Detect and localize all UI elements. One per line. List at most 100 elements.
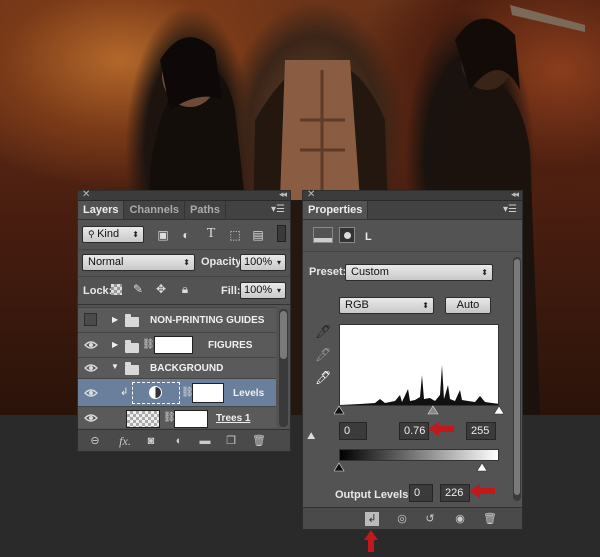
close-icon[interactable]: ✕ bbox=[82, 189, 90, 200]
layers-scrollbar[interactable] bbox=[279, 309, 288, 427]
lock-position-icon[interactable]: ✥ bbox=[154, 282, 168, 296]
input-white-field[interactable]: 255 bbox=[466, 422, 496, 440]
layers-footer: ⊖ fx. ◙ ◐ ▬ ❐ 🗑︎ bbox=[78, 429, 290, 451]
fx-icon[interactable]: fx. bbox=[116, 434, 134, 448]
link-icon[interactable]: ⊖ bbox=[88, 434, 102, 448]
layers-panel-titlebar[interactable]: ✕ ◂◂ bbox=[78, 189, 290, 201]
preset-dropdown[interactable]: Custom ⬍ bbox=[345, 264, 493, 281]
expand-triangle-icon[interactable]: ▶ bbox=[112, 315, 118, 324]
layer-name[interactable]: FIGURES bbox=[208, 340, 252, 351]
layer-row-trees-1[interactable]: ⛓ Trees 1 bbox=[78, 406, 276, 428]
white-point-slider[interactable] bbox=[493, 405, 504, 415]
reset-icon[interactable]: ↺ bbox=[423, 512, 437, 526]
fill-label: Fill: bbox=[221, 285, 241, 297]
auto-button[interactable]: Auto bbox=[445, 297, 491, 314]
close-icon[interactable]: ✕ bbox=[307, 189, 315, 200]
eye-icon[interactable] bbox=[84, 362, 98, 374]
output-sliders[interactable] bbox=[334, 462, 504, 472]
gamma-slider[interactable] bbox=[427, 405, 439, 415]
divider bbox=[303, 251, 522, 252]
layer-row-non-printing-guides[interactable]: ▶ NON-PRINTING GUIDES bbox=[78, 307, 276, 332]
view-previous-icon[interactable]: ◎ bbox=[395, 512, 409, 526]
properties-panel-titlebar[interactable]: ✕ ◂◂ bbox=[303, 189, 522, 201]
clip-icon[interactable]: ↲ bbox=[365, 512, 379, 526]
input-black-field[interactable]: 0 bbox=[339, 422, 367, 440]
layer-row-figures[interactable]: ▶ ⛓ FIGURES bbox=[78, 332, 276, 357]
pixel-filter-icon[interactable]: ▣ bbox=[156, 228, 170, 242]
layer-filter-dropdown[interactable]: ⚲ Kind ⬍ bbox=[82, 226, 144, 243]
type-filter-icon[interactable]: T bbox=[204, 227, 218, 241]
scrollbar-thumb[interactable] bbox=[280, 311, 287, 359]
panel-menu-icon[interactable]: ▾☰ bbox=[503, 204, 517, 215]
lock-all-icon[interactable]: 🔒︎ bbox=[178, 282, 192, 296]
collapse-triangle-icon[interactable]: ▼ bbox=[111, 362, 119, 371]
properties-panel: ✕ ◂◂ Properties ▾☰ L Preset: Custom ⬍ RGB… bbox=[302, 189, 523, 530]
levels-icon bbox=[149, 386, 162, 399]
layer-type-label: L bbox=[365, 231, 372, 243]
eye-icon[interactable] bbox=[84, 412, 98, 424]
layer-row-levels[interactable]: ↲ ⛓ Levels bbox=[78, 378, 276, 406]
expand-triangle-icon[interactable]: ▶ bbox=[112, 340, 118, 349]
output-white-slider[interactable] bbox=[476, 462, 488, 472]
layer-row-background[interactable]: ▼ BACKGROUND bbox=[78, 357, 276, 378]
mask-thumbnail[interactable] bbox=[174, 410, 208, 428]
opacity-label: Opacity: bbox=[201, 256, 246, 268]
visibility-icon[interactable]: ◉ bbox=[453, 512, 467, 526]
output-black-field[interactable]: 0 bbox=[409, 484, 433, 502]
chevron-updown-icon: ⬍ bbox=[132, 230, 139, 239]
output-black-slider[interactable] bbox=[334, 462, 345, 472]
mask-icon[interactable]: ◙ bbox=[144, 434, 158, 448]
new-layer-icon[interactable]: ❐ bbox=[224, 434, 238, 448]
lock-transparent-icon[interactable] bbox=[111, 284, 122, 295]
tab-layers[interactable]: Layers bbox=[78, 201, 125, 219]
scrollbar-thumb[interactable] bbox=[514, 259, 520, 495]
opacity-field[interactable]: 100% ▾ bbox=[240, 254, 286, 271]
filter-toggle[interactable] bbox=[277, 225, 286, 242]
histogram bbox=[339, 324, 499, 406]
panel-menu-icon[interactable]: ▾☰ bbox=[271, 204, 285, 215]
channel-dropdown[interactable]: RGB ⬍ bbox=[339, 297, 434, 314]
gray-eyedropper-icon[interactable]: 🖊︎ bbox=[315, 347, 332, 363]
fill-field[interactable]: 100% ▾ bbox=[240, 282, 286, 299]
blend-mode-dropdown[interactable]: Normal ⬍ bbox=[82, 254, 195, 271]
shape-filter-icon[interactable]: ⬚ bbox=[228, 228, 242, 242]
output-white-field[interactable]: 226 bbox=[440, 484, 470, 502]
tab-channels[interactable]: Channels bbox=[124, 201, 185, 219]
layer-thumbnail[interactable] bbox=[126, 410, 160, 428]
chevron-updown-icon: ⬍ bbox=[422, 301, 429, 310]
collapse-icon[interactable]: ◂◂ bbox=[511, 189, 519, 200]
white-eyedropper-icon[interactable]: 🖊︎ bbox=[315, 370, 332, 386]
layer-name[interactable]: Levels bbox=[233, 388, 264, 399]
black-eyedropper-icon[interactable]: 🖊︎ bbox=[315, 324, 332, 340]
visibility-toggle-off[interactable] bbox=[84, 313, 97, 326]
input-gamma-field[interactable]: 0.76 bbox=[399, 422, 429, 440]
input-sliders[interactable] bbox=[334, 405, 504, 415]
adjustment-icon[interactable]: ◐ bbox=[172, 434, 186, 448]
group-icon[interactable]: ▬ bbox=[198, 434, 212, 448]
trash-icon[interactable]: 🗑︎ bbox=[483, 512, 497, 526]
lock-paint-icon[interactable]: ✎ bbox=[131, 282, 145, 296]
eye-icon[interactable] bbox=[84, 387, 98, 399]
black-point-slider[interactable] bbox=[334, 405, 345, 415]
clipping-warning-icon[interactable]: ⛰ bbox=[307, 431, 315, 442]
properties-scrollbar[interactable] bbox=[513, 257, 521, 501]
chevron-updown-icon: ⬍ bbox=[183, 258, 190, 267]
tab-paths[interactable]: Paths bbox=[185, 201, 226, 219]
adjustment-filter-icon[interactable]: ◐ bbox=[179, 228, 193, 242]
output-levels-label: Output Levels: bbox=[335, 489, 413, 501]
screenshot-stage: ✕ ◂◂ Layers Channels Paths ▾☰ ⚲ Kind ⬍ ▣ … bbox=[0, 0, 600, 557]
trash-icon[interactable]: 🗑︎ bbox=[252, 434, 266, 448]
levels-histogram-icon[interactable] bbox=[313, 227, 333, 243]
mask-thumbnail[interactable] bbox=[154, 336, 193, 354]
eye-icon[interactable] bbox=[84, 339, 98, 351]
annotation-arrow-clip bbox=[364, 530, 378, 552]
tab-properties[interactable]: Properties bbox=[303, 201, 369, 219]
layer-name[interactable]: BACKGROUND bbox=[150, 363, 223, 374]
mask-thumbnail[interactable] bbox=[192, 383, 224, 403]
smart-object-filter-icon[interactable]: ▤ bbox=[251, 228, 265, 242]
collapse-icon[interactable]: ◂◂ bbox=[279, 189, 287, 200]
layer-name[interactable]: Trees 1 bbox=[216, 413, 250, 424]
layer-name[interactable]: NON-PRINTING GUIDES bbox=[150, 315, 264, 326]
lock-label: Lock: bbox=[83, 285, 113, 297]
link-icon[interactable]: ⛓ bbox=[142, 339, 155, 350]
